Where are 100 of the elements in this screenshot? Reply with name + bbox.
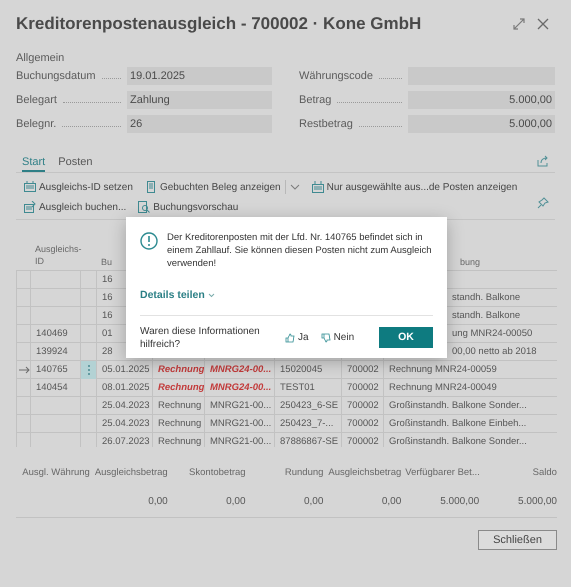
action-button[interactable]: Ausgleichs-ID setzen	[24, 179, 133, 195]
table-cell-text: Rechnung MNR24-00059	[388, 362, 497, 377]
arrow-right-icon	[19, 366, 30, 374]
table-cell-text: Rechnung	[157, 416, 202, 431]
close-button[interactable]	[537, 18, 549, 30]
thumbs-up-icon	[285, 332, 295, 343]
document-search-icon	[138, 201, 150, 213]
action-button[interactable]: Nur ausgewählte aus...de Posten anzeigen	[312, 179, 518, 195]
total-label: Rundung	[284, 467, 324, 478]
table-cell-text: 700002	[346, 434, 379, 447]
action-button[interactable]: Ausgleich buchen...	[24, 199, 126, 215]
more-icon	[86, 364, 90, 376]
field-label: Belegart	[16, 92, 57, 108]
window-title: Kreditorenpostenausgleich - 700002 · Kone GmbH	[16, 13, 422, 36]
thumbs-up-button[interactable]: Ja	[285, 330, 309, 346]
input-field[interactable]: 19.01.2025	[127, 67, 272, 85]
column-header[interactable]: Ausgleichs-ID	[35, 243, 82, 267]
details-link[interactable]: Details teilen	[140, 288, 215, 304]
input-field[interactable]: Zahlung	[127, 91, 272, 109]
input-field[interactable]: 5.000,00	[408, 91, 555, 109]
table-cell-text: MNRG21-00...	[209, 398, 272, 413]
total-label: Ausgl. Währung	[22, 467, 90, 478]
table-cell-text: 700002	[346, 398, 379, 413]
ok-button[interactable]: OK	[379, 327, 433, 348]
table-cell-text: 01	[101, 326, 113, 341]
field-label: Betrag	[299, 92, 332, 108]
table-cell-text: TEST01	[279, 380, 315, 395]
table-cell-text: 140469	[35, 326, 68, 341]
total-label: Verfügbarer Bet...	[405, 467, 480, 478]
table-cell-text: 28	[101, 344, 113, 359]
chevron-down-icon	[208, 293, 215, 298]
dropdown-button[interactable]	[290, 182, 300, 192]
table-cell-text: 700002	[346, 416, 379, 431]
tab[interactable]: Posten	[58, 154, 92, 172]
table-cell-text: 700002	[346, 380, 379, 395]
table-cell-text: Rechnung MNR24-00049	[388, 380, 497, 395]
table-cell-text: Großinstandh. Balkone Sonder...	[388, 434, 527, 447]
pin-button[interactable]	[537, 197, 549, 209]
table-cell-text: 140765	[35, 362, 68, 377]
total-label: Ausgleichsbetrag	[328, 467, 402, 478]
table-cell-text: 87886867-SE	[279, 434, 338, 447]
field-label: Währungscode	[299, 68, 373, 84]
table-cell-text: 00,00 netto ab 2018	[452, 344, 537, 359]
calendar-icon	[24, 181, 36, 193]
table-cell-text: standh. Balkone	[452, 308, 520, 323]
chevron-down-icon	[290, 182, 300, 192]
action-button[interactable]: Buchungsvorschau	[138, 199, 238, 215]
total-label: Skontobetrag	[189, 467, 246, 478]
pin-icon	[537, 197, 549, 209]
table-cell-text: MNRG21-00...	[209, 434, 272, 447]
expand-icon	[513, 18, 525, 30]
total-value: 0,00	[148, 496, 168, 508]
table-cell-text: 16	[101, 272, 113, 287]
total-label: Saldo	[532, 467, 557, 478]
table-cell-text: ung MNR24-00050	[452, 326, 532, 341]
table-cell-text: 250423_6-SE	[279, 398, 338, 413]
share-icon	[537, 155, 549, 167]
row-menu-button[interactable]	[86, 364, 90, 376]
total-value: 5.000,00	[440, 496, 480, 508]
table-cell-text: 250423_7-...	[279, 416, 334, 431]
table-cell-text: 08.01.2025	[101, 380, 150, 395]
total-label: Ausgleichsbetrag	[94, 467, 168, 478]
table-cell-text: 16	[101, 290, 113, 305]
feedback-question: Waren diese Informationen hilfreich?	[140, 324, 261, 351]
action-button[interactable]: Gebuchten Beleg anzeigen	[144, 179, 281, 195]
expand-button[interactable]	[513, 18, 525, 30]
table-cell-text: Großinstandh. Balkone Einbeh...	[388, 416, 526, 431]
close-icon	[537, 18, 549, 30]
table-cell-text: Rechnung	[157, 398, 202, 413]
total-value: 0,00	[382, 496, 402, 508]
share-button[interactable]	[537, 155, 549, 167]
input-field[interactable]: 5.000,00	[408, 115, 555, 133]
total-value: 0,00	[304, 496, 324, 508]
section-heading: Allgemein	[16, 51, 66, 65]
total-value: 5.000,00	[518, 496, 557, 508]
input-field[interactable]: 26	[127, 115, 272, 133]
field-label: Buchungsdatum	[16, 68, 96, 84]
column-header[interactable]: bung	[460, 243, 480, 268]
table-cell-text: standh. Balkone	[452, 290, 520, 305]
field-label: Restbetrag	[299, 116, 353, 132]
table-cell-text: MNRG24-00...	[209, 380, 272, 395]
table-cell-text: 140454	[35, 380, 68, 395]
close-dialog-button[interactable]: Schließen	[478, 530, 557, 550]
field-label: Belegnr.	[16, 116, 56, 132]
table-cell-text: MNRG21-00...	[209, 416, 272, 431]
table-cell-text: 26.07.2023	[101, 434, 150, 447]
table-cell-text: 16	[101, 308, 113, 323]
table-icon	[312, 181, 324, 193]
table-cell-text: Rechnung	[157, 362, 204, 377]
column-header[interactable]: Bu	[101, 243, 112, 268]
total-value: 0,00	[226, 496, 246, 508]
thumbs-down-button[interactable]: Nein	[320, 330, 354, 346]
table-cell-text: 700002	[346, 362, 379, 377]
table-cell-text: 139924	[35, 344, 68, 359]
table-cell-text: 05.01.2025	[101, 362, 150, 377]
tab[interactable]: Start	[22, 154, 46, 172]
table-cell-text: Großinstandh. Balkone Sonder...	[388, 398, 527, 413]
info-icon	[140, 232, 158, 250]
dialog-message: Der Kreditorenposten mit der Lfd. Nr. 140765 befindet sich in einem Zahllauf. Sie können diesen Posten nicht zum Ausgleich verwenden!	[167, 231, 433, 270]
table-cell-text: Rechnung	[157, 434, 202, 447]
